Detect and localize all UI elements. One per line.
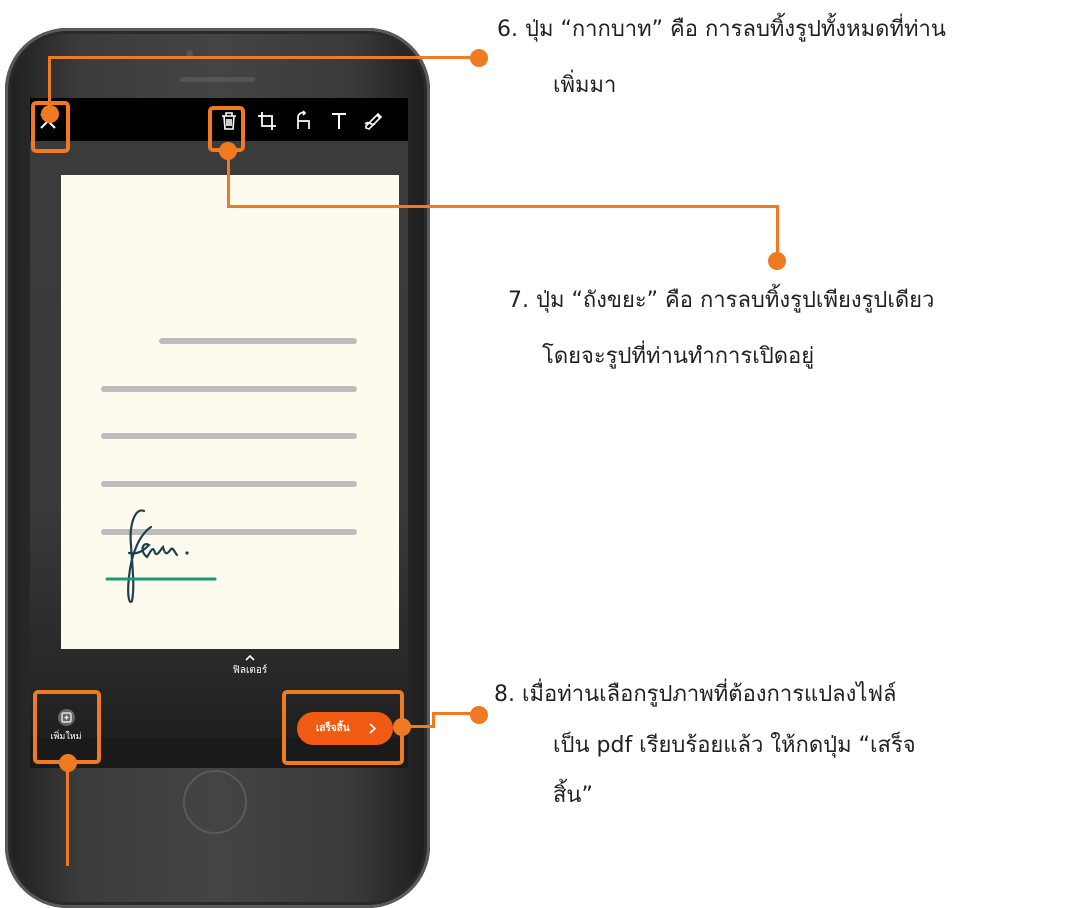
home-button[interactable] [183, 770, 247, 834]
add-new-highlight [33, 690, 101, 764]
done-highlight [282, 690, 404, 765]
connector-dot [768, 252, 786, 270]
annotation-7-line1: 7. ปุ่ม “ถังขยะ” คือ การลบทิ้งรูปเพียงรู… [508, 288, 935, 313]
connector-line [48, 56, 480, 59]
connector-line [48, 56, 51, 110]
text-line [101, 481, 357, 487]
annotation-8-line1: 8. เมื่อท่านเลือกรูปภาพที่ต้องการแปลงไฟล… [494, 682, 897, 707]
scanned-document [61, 175, 399, 649]
annotation-6-line1: 6. ปุ่ม “กากบาท” คือ การลบทิ้งรูปทั้งหมด… [497, 17, 946, 42]
connector-dot [219, 142, 237, 160]
connector-dot [470, 49, 488, 67]
connector-dot [41, 105, 59, 123]
rotate-icon[interactable] [292, 110, 314, 132]
speaker-grille [180, 77, 255, 82]
connector-dot [470, 706, 488, 724]
crop-icon[interactable] [256, 110, 278, 132]
filter-toggle[interactable]: ฟิลเตอร์ [210, 655, 290, 678]
signature [105, 509, 217, 603]
annotation-8-line3: สิ้น” [553, 783, 593, 808]
text-icon[interactable] [328, 110, 350, 132]
filter-label: ฟิลเตอร์ [232, 665, 268, 676]
connector-line [66, 762, 69, 866]
connector-dot [59, 754, 77, 772]
annotation-7-line2: โดยจะรูปที่ท่านทำการเปิดอยู่ [542, 344, 815, 369]
text-line [159, 338, 357, 344]
connector-line [227, 205, 778, 208]
chevron-up-icon [245, 655, 255, 661]
connector-dot [393, 718, 411, 736]
phone-screen: ฟิลเตอร์ เพิ่มใหม่ เสร็จสิ้น [30, 98, 408, 768]
annotation-8-line2: เป็น pdf เรียบร้อยแล้ว ให้กดปุ่ม “เสร็จ [553, 733, 916, 758]
text-line [101, 433, 357, 439]
text-line [101, 386, 357, 392]
annotation-6-line2: เพิ่มมา [553, 73, 617, 98]
draw-icon[interactable] [363, 110, 385, 132]
